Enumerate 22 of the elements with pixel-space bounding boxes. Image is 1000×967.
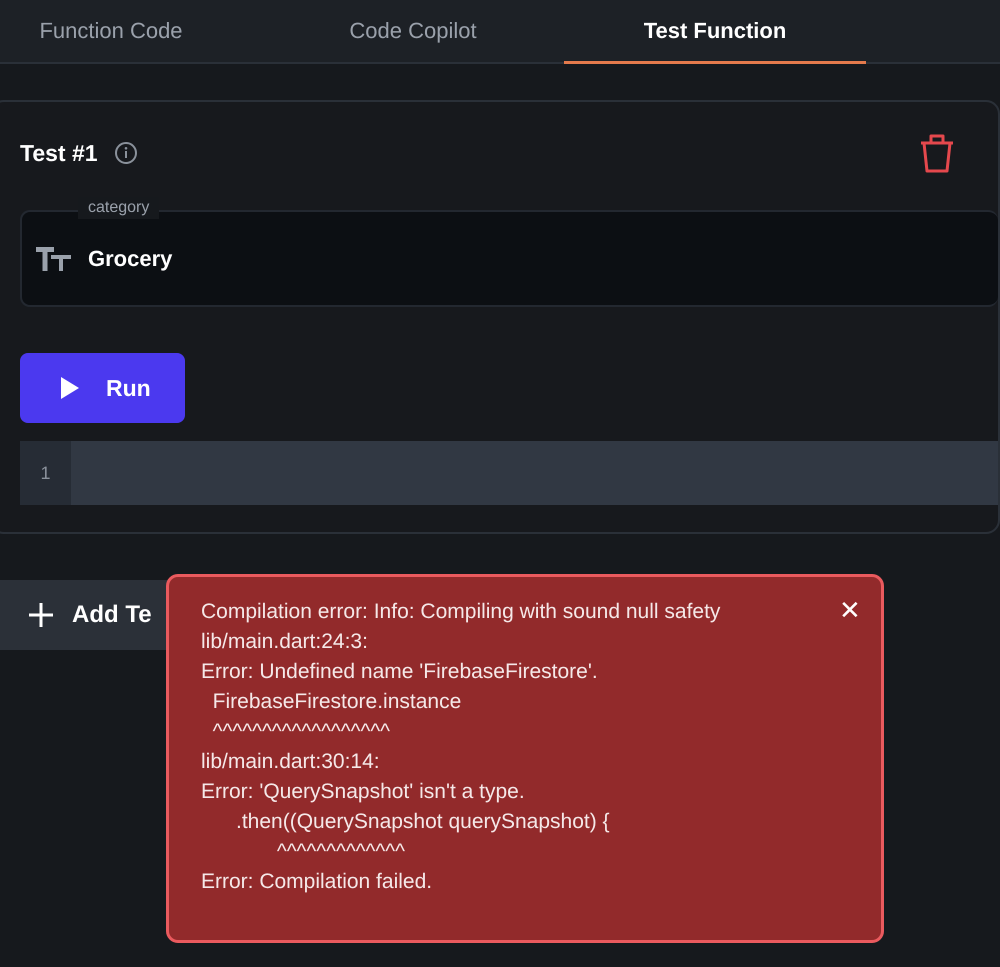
error-message-line: Error: Compilation failed. — [201, 869, 432, 895]
text-type-icon — [36, 244, 72, 272]
trash-icon[interactable] — [918, 132, 956, 174]
info-icon[interactable] — [114, 141, 138, 165]
code-editor[interactable]: 1 — [20, 441, 998, 505]
error-message-line: ^^^^^^^^^^^^^ — [276, 839, 405, 865]
error-message-line: FirebaseFirestore.instance — [212, 689, 462, 715]
play-icon — [60, 376, 80, 400]
tab[interactable]: Code Copilot — [262, 0, 564, 64]
tab[interactable]: Test Function — [564, 0, 866, 64]
line-number: 1 — [20, 441, 71, 505]
plus-icon — [28, 602, 54, 628]
tab[interactable]: Function Code — [0, 0, 262, 64]
error-message-line: .then((QuerySnapshot querySnapshot) { — [235, 809, 610, 835]
field-value: Grocery — [88, 245, 172, 273]
close-button[interactable]: ✕ — [837, 595, 863, 625]
error-message-line: Error: Undefined name 'FirebaseFirestore'. — [201, 659, 598, 685]
test-title: Test #1 — [20, 138, 98, 168]
run-button[interactable]: Run — [20, 353, 185, 423]
error-message-line: Error: 'QuerySnapshot' isn't a type. — [201, 779, 525, 805]
error-message-line: lib/main.dart:30:14: — [201, 749, 380, 775]
error-message-line: ^^^^^^^^^^^^^^^^^^ — [212, 719, 390, 745]
